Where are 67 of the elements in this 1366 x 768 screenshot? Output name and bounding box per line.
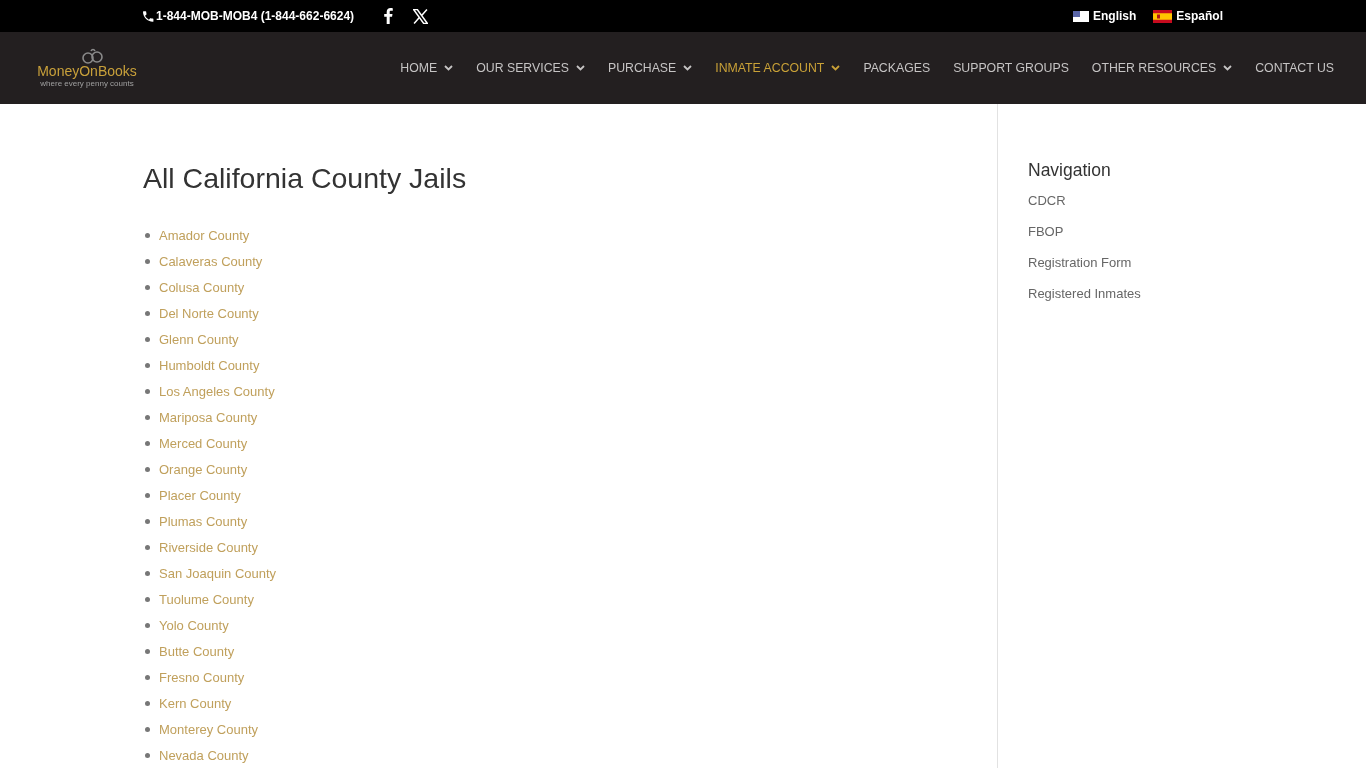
county-link[interactable]: Monterey County xyxy=(159,721,258,737)
nav-link[interactable]: SUPPORT GROUPS xyxy=(953,61,1069,75)
language-link[interactable]: English xyxy=(1072,9,1137,23)
bullet-icon xyxy=(145,414,150,420)
county-link[interactable]: Amador County xyxy=(159,227,250,243)
bullet-icon xyxy=(145,388,150,394)
phone-icon xyxy=(143,10,154,22)
sidebar-link[interactable]: FBOP xyxy=(1028,216,1064,247)
bullet-icon xyxy=(145,362,150,368)
bullet-icon xyxy=(145,310,150,316)
sidebar-link[interactable]: Registered Inmates xyxy=(1028,278,1141,309)
county-link[interactable]: Calaveras County xyxy=(159,253,263,269)
nav-link[interactable]: OUR SERVICES xyxy=(476,61,585,75)
county-link[interactable]: San Joaquin County xyxy=(159,565,277,581)
phone-number: 1-844-MOB-MOB4 (1-844-662-6624) xyxy=(156,9,355,23)
bullet-icon xyxy=(145,648,150,654)
sidebar-link[interactable]: Registration Form xyxy=(1028,247,1132,278)
nav-link[interactable]: PURCHASE xyxy=(607,61,693,75)
county-link[interactable]: Glenn County xyxy=(159,331,239,347)
bullet-icon xyxy=(145,440,150,446)
county-link[interactable]: Riverside County xyxy=(159,539,258,555)
county-link[interactable]: Tuolume County xyxy=(159,591,254,607)
bullet-icon xyxy=(145,622,150,628)
bullet-icon xyxy=(145,596,150,602)
language-link[interactable]: Español xyxy=(1153,9,1223,23)
county-link[interactable]: Mariposa County xyxy=(159,409,258,425)
bullet-icon xyxy=(145,570,150,576)
county-link[interactable]: Fresno County xyxy=(159,669,245,685)
bullet-icon xyxy=(145,752,150,758)
bullet-icon xyxy=(145,284,150,290)
county-link[interactable]: Butte County xyxy=(159,643,235,659)
county-link[interactable]: Humboldt County xyxy=(159,357,260,373)
county-link[interactable]: Yolo County xyxy=(159,617,229,633)
sidebar-title: Navigation xyxy=(1028,160,1111,180)
bullet-icon xyxy=(145,492,150,498)
x-logo-icon[interactable] xyxy=(413,8,429,24)
flag-icon xyxy=(1153,9,1173,23)
nav-link[interactable]: CONTACT US xyxy=(1255,61,1334,75)
handcuffs-icon xyxy=(82,48,104,64)
county-link[interactable]: Kern County xyxy=(159,695,232,711)
bullet-icon xyxy=(145,518,150,524)
county-link[interactable]: Del Norte County xyxy=(159,305,259,321)
bullet-icon xyxy=(145,726,150,732)
county-link[interactable]: Colusa County xyxy=(159,279,245,295)
page-title: All California County Jails xyxy=(143,161,468,195)
bullet-icon xyxy=(145,674,150,680)
flag-icon xyxy=(1072,10,1089,22)
nav-link[interactable]: PACKAGES xyxy=(863,61,931,75)
sidebar-link[interactable]: CDCR xyxy=(1028,185,1066,216)
bullet-icon xyxy=(145,466,150,472)
bullet-icon xyxy=(145,336,150,342)
nav-link[interactable]: INMATE ACCOUNT xyxy=(715,61,841,75)
bullet-icon xyxy=(145,700,150,706)
nav-link[interactable]: OTHER RESOURCES xyxy=(1091,61,1233,75)
county-link[interactable]: Plumas County xyxy=(159,513,248,529)
bullet-icon xyxy=(145,544,150,550)
logo-wordmark[interactable]: MoneyOnBooks xyxy=(37,64,137,79)
county-link[interactable]: Merced County xyxy=(159,435,248,451)
logo-tagline: where every penny counts xyxy=(40,79,134,88)
county-link[interactable]: Orange County xyxy=(159,461,248,477)
nav-link[interactable]: HOME xyxy=(400,61,454,75)
county-link[interactable]: Los Angeles County xyxy=(159,383,275,399)
county-link[interactable]: Placer County xyxy=(159,487,241,503)
facebook-icon[interactable] xyxy=(384,8,394,24)
bullet-icon xyxy=(145,232,150,238)
county-link[interactable]: Nevada County xyxy=(159,747,249,763)
bullet-icon xyxy=(145,258,150,264)
